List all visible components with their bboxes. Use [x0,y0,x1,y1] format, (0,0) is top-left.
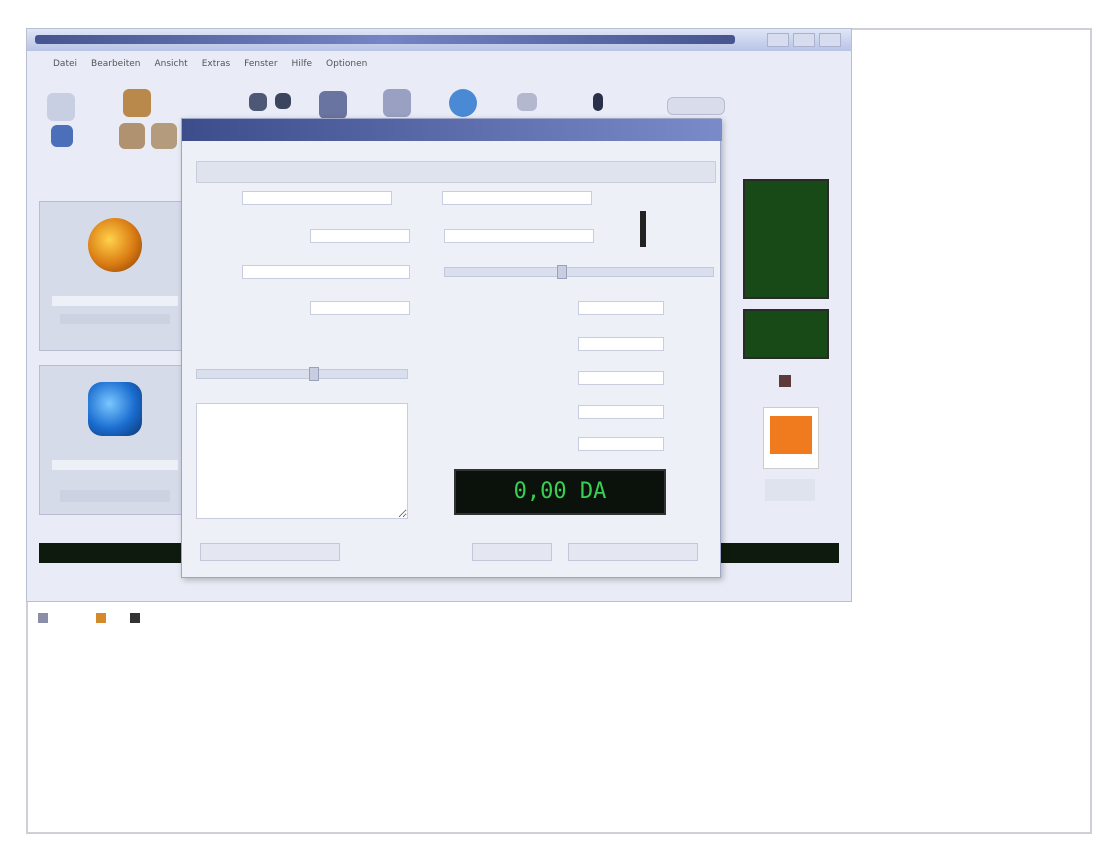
app-icon[interactable] [38,613,48,623]
menu-item[interactable]: Optionen [326,59,367,69]
level-indicator [640,211,646,247]
brand-logo [770,416,812,454]
input-field[interactable] [310,229,410,243]
amount-field[interactable] [578,301,664,315]
package-icon[interactable] [151,123,177,149]
product-card[interactable] [39,365,189,515]
window-title [35,35,735,44]
app-icon[interactable] [130,613,140,623]
app-icon [88,382,142,436]
menu-item[interactable]: Extras [202,59,230,69]
meter-readout [743,309,829,359]
menu-item[interactable]: Bearbeiten [91,59,140,69]
option-button[interactable] [200,543,340,561]
menu-bar: Datei Bearbeiten Ansicht Extras Fenster … [27,53,851,75]
product-label [52,460,178,470]
brand-label [765,479,815,501]
quantity-slider[interactable] [196,367,408,381]
amount-slider[interactable] [444,265,714,279]
indicator-icon [779,375,791,387]
dialog-header [196,161,716,183]
box-icon[interactable] [119,123,145,149]
notes-textarea[interactable] [196,403,408,519]
menu-item[interactable]: Ansicht [154,59,187,69]
sun-icon [88,218,142,272]
amount-field[interactable] [578,371,664,385]
amount-field[interactable] [578,337,664,351]
user-icon[interactable] [51,125,73,147]
copy-icon[interactable] [275,93,291,109]
print-icon[interactable] [249,93,267,111]
customer-field[interactable] [242,191,392,205]
input-field[interactable] [242,265,410,279]
input-field[interactable] [444,229,594,243]
close-button[interactable] [819,33,841,47]
product-label [52,296,178,306]
app-icon[interactable] [96,613,106,623]
product-price [60,490,170,502]
edit-icon[interactable] [383,89,411,117]
chart-icon[interactable] [517,93,537,111]
taskbar [26,604,856,632]
slider-thumb[interactable] [309,367,319,381]
pay-button[interactable] [568,543,698,561]
minimize-button[interactable] [767,33,789,47]
product-price [60,314,170,324]
payment-dialog: 0,00 DA [181,118,722,578]
meter-display [743,179,829,299]
menu-item[interactable]: Datei [53,59,77,69]
total-display: 0,00 DA [454,469,666,515]
menu-item[interactable]: Hilfe [292,59,312,69]
date-field[interactable] [442,191,592,205]
maximize-button[interactable] [793,33,815,47]
right-panel [743,179,833,559]
folder-icon[interactable] [123,89,151,117]
total-field [578,437,664,451]
globe-icon[interactable] [449,89,477,117]
menu-item[interactable]: Fenster [244,59,277,69]
brand-logo-card [763,407,819,469]
amount-field[interactable] [578,405,664,419]
tool-icon[interactable] [593,93,603,111]
new-icon[interactable] [47,93,75,121]
slider-thumb[interactable] [557,265,567,279]
product-card[interactable] [39,201,189,351]
cancel-button[interactable] [472,543,552,561]
title-bar [27,29,851,51]
input-field[interactable] [310,301,410,315]
zoom-select[interactable] [667,97,725,115]
dialog-title-bar [182,119,722,141]
grid-icon[interactable] [319,91,347,119]
